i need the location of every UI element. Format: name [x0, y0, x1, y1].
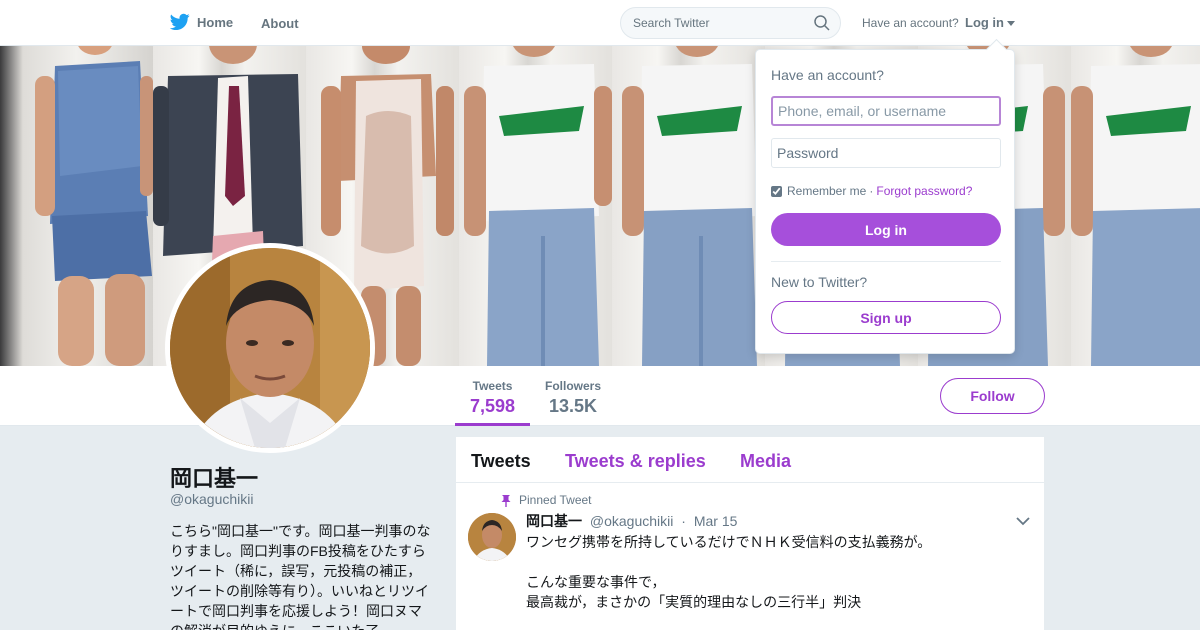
caret-down-icon — [1007, 21, 1015, 27]
tab-tweets-and-replies[interactable]: Tweets & replies — [565, 451, 706, 472]
remember-separator: · — [869, 184, 874, 198]
timeline: Tweets Tweets & replies Media Pinned Twe… — [456, 437, 1044, 630]
pinned-label: Pinned Tweet — [519, 493, 592, 507]
tab-tweets[interactable]: Tweets — [471, 451, 531, 472]
signup-button[interactable]: Sign up — [771, 301, 1001, 334]
login-dropdown-toggle[interactable]: Log in — [965, 15, 1015, 30]
banner-photo — [459, 46, 612, 366]
tweet-separator: · — [681, 513, 686, 529]
nav-home-label: Home — [197, 14, 234, 30]
banner-photo — [1071, 46, 1200, 366]
stat-followers-value: 13.5K — [548, 396, 598, 416]
pinned-tweet[interactable]: Pinned Tweet 岡口基一 @okaguchikii · Mar 15 … — [456, 483, 1044, 630]
login-link-label: Log in — [965, 15, 1004, 30]
have-account-text: Have an account? — [862, 16, 959, 30]
new-to-twitter-text: New to Twitter? — [771, 274, 868, 290]
login-dropdown-title: Have an account? — [771, 67, 884, 83]
remember-row: Remember me · Forgot password? — [771, 184, 972, 198]
remember-me-checkbox[interactable] — [771, 185, 782, 197]
tweet-author-handle[interactable]: @okaguchikii — [590, 513, 673, 529]
nav-home-link[interactable]: Home — [170, 13, 233, 31]
twitter-bird-icon — [170, 13, 190, 31]
tweet-text: ワンセグ携帯を所持しているだけでＮＨＫ受信料の支払義務が。 こんな重要な事件で，… — [526, 534, 932, 610]
profile-handle[interactable]: @okaguchikii — [170, 491, 253, 507]
chevron-down-icon[interactable] — [1016, 513, 1030, 531]
tweet-header: 岡口基一 @okaguchikii · Mar 15 — [526, 511, 737, 531]
search-box — [620, 7, 841, 39]
tweet-date[interactable]: Mar 15 — [694, 513, 738, 529]
banner-photo — [612, 46, 765, 366]
login-dropdown: Have an account? Remember me · Forgot pa… — [755, 49, 1015, 354]
username-field[interactable] — [771, 96, 1001, 126]
pin-icon — [501, 494, 511, 507]
search-input[interactable] — [621, 8, 801, 38]
stat-followers-label: Followers — [545, 379, 602, 393]
stat-followers[interactable]: Followers 13.5K — [545, 379, 601, 417]
top-navigation: Home About Have an account? Log in — [0, 0, 1200, 46]
dropdown-divider — [771, 261, 1001, 262]
forgot-password-link[interactable]: Forgot password? — [876, 184, 972, 198]
pinned-label-row: Pinned Tweet — [501, 493, 592, 507]
tweet-author-name[interactable]: 岡口基一 — [526, 513, 582, 529]
login-button[interactable]: Log in — [771, 213, 1001, 246]
timeline-tabs: Tweets Tweets & replies Media — [456, 437, 1044, 483]
banner-photo — [0, 46, 153, 366]
profile-name[interactable]: 岡口基一 — [170, 461, 258, 493]
stat-tweets-label: Tweets — [472, 379, 513, 393]
profile-avatar[interactable] — [165, 243, 375, 453]
password-field[interactable] — [771, 138, 1001, 168]
tweet-avatar[interactable] — [468, 513, 516, 561]
stat-tweets-value: 7,598 — [470, 396, 516, 416]
tab-media[interactable]: Media — [740, 451, 791, 472]
search-icon[interactable] — [814, 15, 830, 36]
stat-tweets[interactable]: Tweets 7,598 — [470, 379, 515, 417]
nav-about-link[interactable]: About — [261, 16, 299, 31]
active-stat-indicator — [455, 423, 530, 426]
remember-me-label[interactable]: Remember me — [787, 184, 866, 198]
profile-bio: こちら"岡口基一"です。岡口基一判事のなりすまし。岡口判事のFB投稿をひたすらツ… — [170, 523, 431, 630]
follow-button[interactable]: Follow — [940, 378, 1045, 414]
